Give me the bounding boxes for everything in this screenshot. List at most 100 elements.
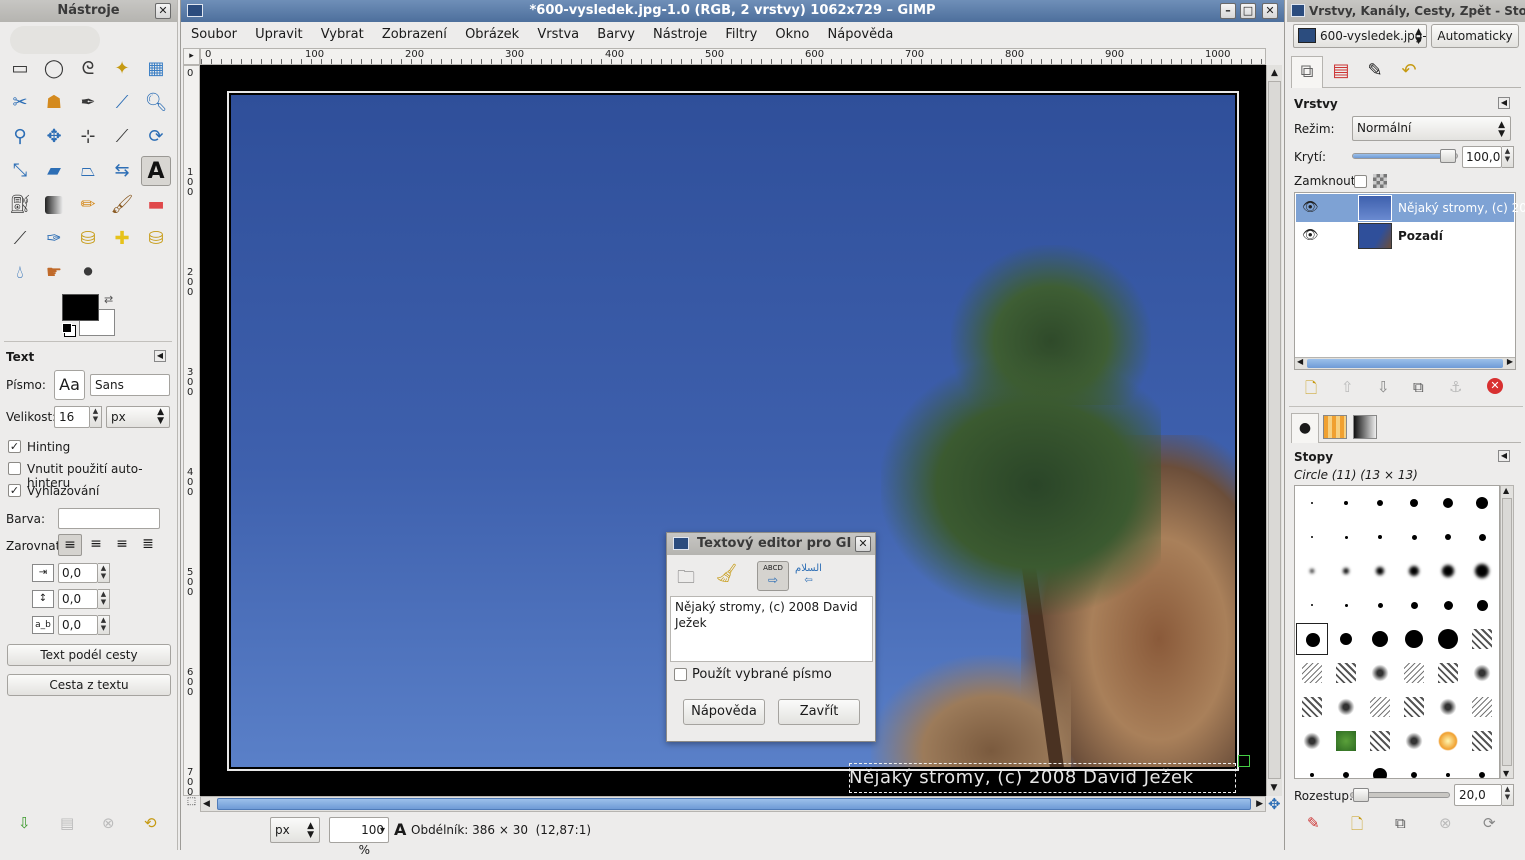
text-along-path-button[interactable]: Text podél cesty — [7, 644, 171, 666]
text-layer-handle[interactable] — [1238, 755, 1250, 767]
delete-options-icon[interactable]: ⊗ — [102, 814, 115, 832]
scroll-up-icon[interactable]: ▲ — [1503, 486, 1509, 495]
zoom-tool-icon[interactable]: 🔍︎ — [141, 88, 171, 118]
text-color-button[interactable] — [58, 508, 160, 529]
text-editor-close-icon[interactable]: ✕ — [855, 536, 871, 552]
justify-right-icon[interactable]: ≡ — [84, 534, 108, 556]
horizontal-scroll-thumb[interactable] — [217, 798, 1251, 810]
brush-cell[interactable] — [1432, 691, 1464, 723]
pencil-tool-icon[interactable]: ✏ — [73, 190, 103, 220]
navigate-icon[interactable]: ✥ — [1268, 795, 1281, 813]
use-font-checkbox[interactable] — [674, 668, 687, 681]
brush-cell[interactable] — [1432, 657, 1464, 689]
indent-field[interactable]: 0,0 — [58, 563, 98, 583]
brush-cell[interactable] — [1432, 589, 1464, 621]
free-select-tool-icon[interactable]: ᘓ — [73, 54, 103, 84]
vertical-scrollbar[interactable]: ▲ ▼ — [1266, 65, 1282, 796]
duplicate-brush-icon[interactable]: ⧉ — [1395, 814, 1406, 832]
scissors-tool-icon[interactable]: ✂ — [5, 88, 35, 118]
brush-cell[interactable] — [1330, 521, 1362, 553]
text-editor-close-button[interactable]: Zavřít — [778, 699, 860, 725]
paths-tool-icon[interactable]: ✒ — [73, 88, 103, 118]
scroll-down-icon[interactable]: ▼ — [1503, 769, 1509, 778]
brush-cell[interactable] — [1364, 725, 1396, 757]
layers-hscrollbar[interactable]: ◀ ▶ — [1295, 357, 1515, 369]
size-field[interactable]: 16 — [54, 406, 90, 428]
restore-options-icon[interactable]: ▤ — [60, 814, 74, 832]
brush-cell[interactable] — [1364, 657, 1396, 689]
mode-select[interactable]: Normální ▲ ▼ — [1352, 116, 1511, 141]
reset-options-icon[interactable]: ⟲ — [144, 814, 157, 832]
save-options-icon[interactable]: ⇩ — [18, 814, 31, 832]
antialias-checkbox[interactable]: ✓ — [8, 484, 21, 497]
opacity-slider[interactable] — [1352, 149, 1458, 163]
vertical-ruler[interactable]: 0 100 200 300 400 500 600 700 — [183, 65, 200, 798]
brush-cell[interactable] — [1466, 589, 1498, 621]
brush-cell[interactable] — [1364, 759, 1396, 778]
text-editor-help-button[interactable]: Nápověda — [683, 699, 765, 725]
brush-cell[interactable] — [1398, 589, 1430, 621]
brush-cell[interactable] — [1398, 487, 1430, 519]
text-tool-icon[interactable]: A — [141, 156, 171, 186]
clone-tool-icon[interactable]: ⛁ — [73, 224, 103, 254]
scroll-left-icon[interactable]: ◀ — [1297, 357, 1303, 366]
brush-cell[interactable] — [1398, 691, 1430, 723]
menu-barvy[interactable]: Barvy — [597, 27, 635, 42]
brush-cell[interactable] — [1296, 657, 1328, 689]
paths-tab-icon[interactable]: ✎ — [1359, 56, 1391, 88]
anchor-layer-icon[interactable]: ⚓︎ — [1449, 378, 1462, 396]
close-button[interactable]: ✕ — [1262, 3, 1278, 19]
brushes-tab-icon[interactable]: ● — [1291, 413, 1319, 443]
brush-cell[interactable] — [1330, 691, 1362, 723]
scroll-left-icon[interactable]: ◀ — [203, 797, 210, 811]
eraser-tool-icon[interactable]: ▬ — [141, 190, 171, 220]
duplicate-layer-icon[interactable]: ⧉ — [1413, 378, 1424, 396]
brush-cell[interactable] — [1364, 623, 1396, 655]
brush-cell[interactable] — [1432, 487, 1464, 519]
paintbrush-tool-icon[interactable]: 🖌︎ — [107, 190, 137, 220]
undo-tab-icon[interactable]: ↶ — [1393, 56, 1425, 88]
brush-cell[interactable] — [1432, 623, 1464, 655]
font-preview-button[interactable]: Aa — [54, 370, 85, 400]
tool-options-menu-icon[interactable]: ◀ — [154, 350, 166, 362]
brush-cell[interactable] — [1364, 487, 1396, 519]
menu-upravit[interactable]: Upravit — [255, 27, 302, 42]
brush-cell[interactable] — [1432, 521, 1464, 553]
menu-obrazek[interactable]: Obrázek — [465, 27, 519, 42]
brush-cell[interactable] — [1398, 725, 1430, 757]
menu-okno[interactable]: Okno — [775, 27, 809, 42]
brush-cell[interactable] — [1466, 555, 1498, 587]
heal-tool-icon[interactable]: ✚ — [107, 224, 137, 254]
chevron-down-icon[interactable]: ▾ — [380, 821, 385, 841]
spacing-field[interactable]: 20,0 — [1454, 784, 1502, 806]
brush-cell[interactable] — [1398, 555, 1430, 587]
brush-cell[interactable] — [1364, 555, 1396, 587]
opacity-field[interactable]: 100,0 — [1462, 146, 1502, 168]
window-menu-icon[interactable] — [187, 4, 203, 17]
text-editor-content[interactable]: Nějaký stromy, (c) 2008 David Ježek — [670, 596, 873, 662]
opacity-slider-handle[interactable] — [1439, 149, 1456, 163]
brush-cell[interactable] — [1398, 657, 1430, 689]
delete-brush-icon[interactable]: ⊗ — [1439, 814, 1452, 832]
scroll-down-icon[interactable]: ▼ — [1267, 780, 1281, 796]
opacity-stepper[interactable]: ▲ ▼ — [1502, 146, 1514, 168]
line-spacing-stepper[interactable]: ▲ ▼ — [98, 589, 110, 609]
justify-fill-icon[interactable]: ≣ — [136, 534, 160, 556]
layer-visibility-eye-icon[interactable]: 👁︎ — [1302, 228, 1319, 243]
brush-cell[interactable] — [1398, 623, 1430, 655]
measure-tool-icon[interactable]: ⚲ — [5, 122, 35, 152]
toolbox-close-button[interactable]: ✕ — [155, 3, 171, 19]
swap-colors-icon[interactable]: ⇄ — [104, 293, 113, 306]
letter-spacing-stepper[interactable]: ▲ ▼ — [98, 615, 110, 635]
auto-button[interactable]: Automaticky — [1431, 24, 1519, 48]
edit-brush-icon[interactable]: ✎ — [1307, 814, 1320, 832]
brush-cell[interactable] — [1296, 589, 1328, 621]
indent-stepper[interactable]: ▲ ▼ — [98, 563, 110, 583]
default-colors-icon[interactable] — [62, 323, 72, 333]
brush-cell[interactable] — [1398, 759, 1430, 778]
smudge-tool-icon[interactable]: ☛ — [39, 258, 69, 288]
brush-cell[interactable] — [1432, 725, 1464, 757]
rotate-tool-icon[interactable]: ⟳ — [141, 122, 171, 152]
menu-napoveda[interactable]: Nápověda — [828, 27, 894, 42]
brush-cell[interactable] — [1296, 691, 1328, 723]
